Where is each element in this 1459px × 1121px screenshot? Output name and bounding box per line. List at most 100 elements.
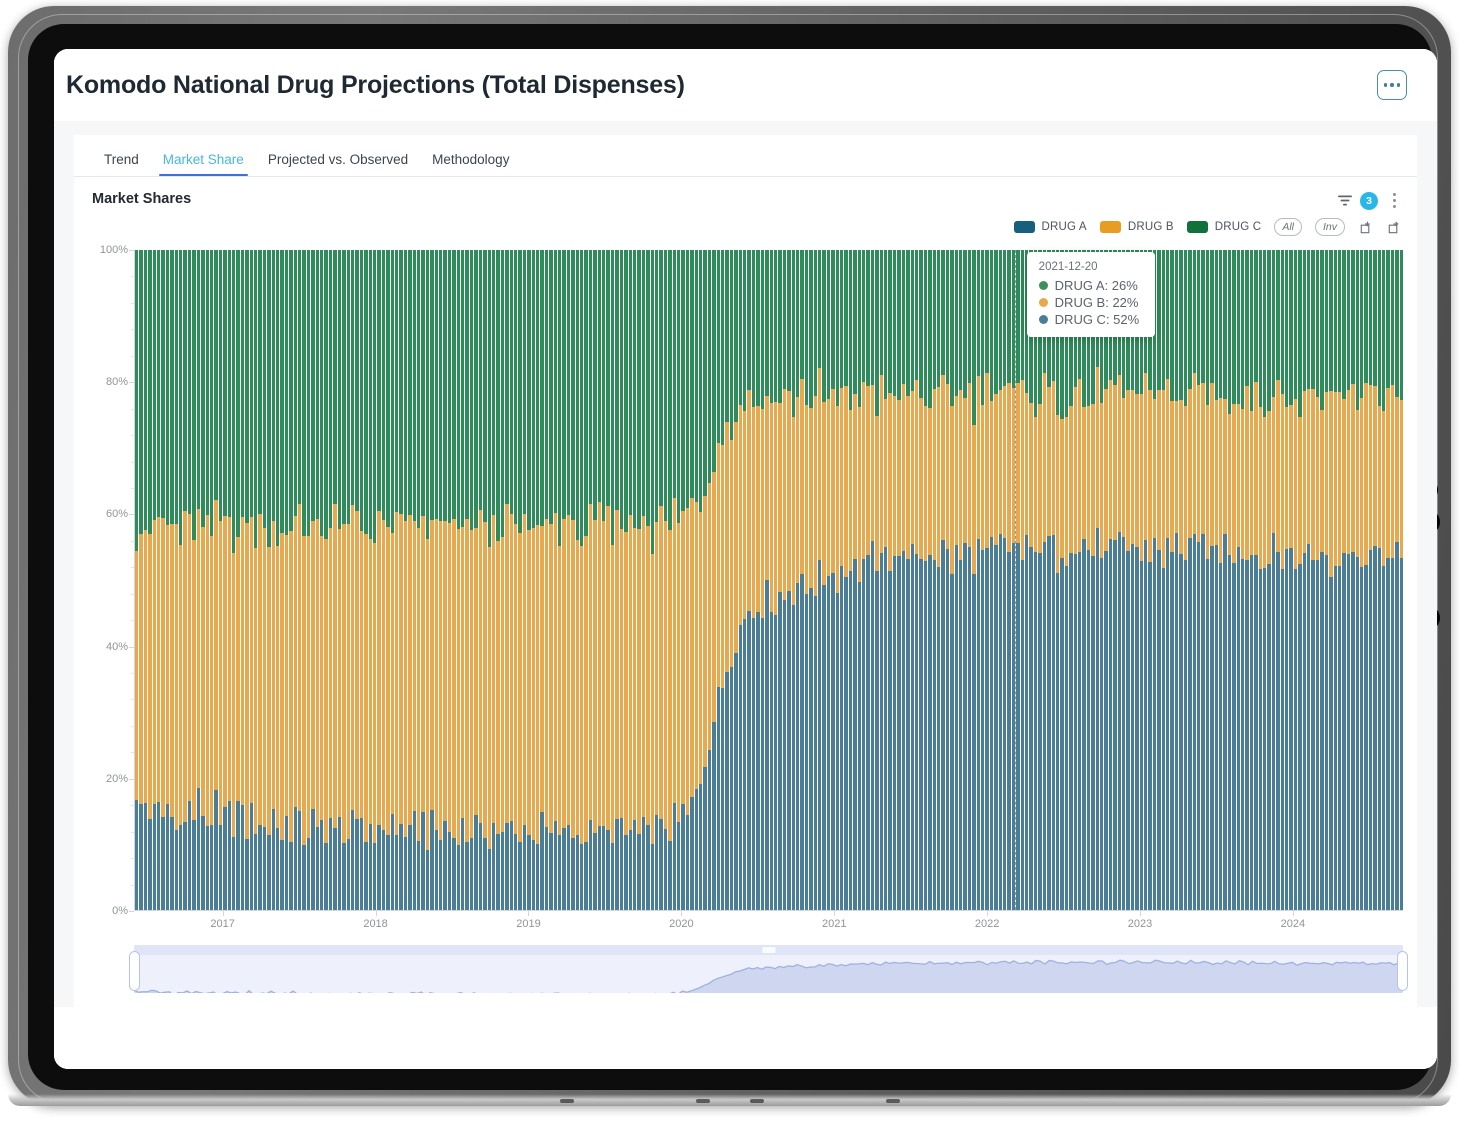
speaker-grille [696,1099,710,1103]
bar-segment-drug-b [143,529,148,803]
bar-segment-drug-a [650,250,654,555]
bar-segment-drug-c [223,806,227,910]
bar-segment-drug-c [1280,568,1285,910]
bar-segment-drug-b [1276,380,1280,552]
bar-segment-drug-b [831,388,835,573]
bar-segment-drug-b [1359,397,1364,567]
bar-segment-drug-a [932,250,936,390]
tab-projected-vs-observed[interactable]: Projected vs. Observed [256,152,420,176]
page-title: Komodo National Drug Projections (Total … [66,70,685,99]
range-slider-grip[interactable] [762,947,775,953]
bar-segment-drug-b [1263,417,1267,569]
bar-segment-drug-a [1020,250,1025,380]
bar-segment-drug-a [249,250,253,518]
select-all-button[interactable]: All [1274,218,1302,236]
plot-area[interactable] [134,250,1403,911]
bar-segment-drug-a [183,250,187,512]
select-add-icon[interactable] [1358,220,1373,235]
bar-segment-drug-c [359,818,364,910]
bar-segment-drug-c [179,824,183,910]
bar-segment-drug-a [1196,250,1201,386]
range-slider-track[interactable] [134,945,1403,993]
bar-segment-drug-c [1104,550,1108,910]
bar-segment-drug-c [1329,577,1333,910]
overflow-menu-button[interactable] [1377,70,1407,100]
bar-segment-drug-c [760,618,765,910]
bar-segment-drug-b [989,400,994,538]
bar-segment-drug-b [1232,403,1236,563]
bar-segment-drug-b [1320,409,1324,553]
y-axis-tick-label: 100% [99,244,128,256]
tab-trend[interactable]: Trend [92,152,151,176]
bar-segment-drug-a [258,250,262,514]
range-slider-top-bar[interactable] [134,945,1403,955]
bar-segment-drug-b [192,539,196,821]
bar-segment-drug-c [690,796,694,910]
bar-segment-drug-b [1267,410,1271,565]
bar-segment-drug-a [298,250,302,504]
bar-segment-drug-b [1311,389,1315,561]
bar-segment-drug-b [606,505,610,830]
bar-segment-drug-b [892,395,897,557]
bar-segment-drug-a [148,250,152,534]
x-axis-tick-label: 2019 [516,918,541,930]
legend-item-drug-b[interactable]: DRUG B [1099,221,1174,233]
bar-segment-drug-a [1320,250,1324,410]
bar-segment-drug-a [522,250,527,514]
bar-segment-drug-a [421,250,425,516]
bar-segment-drug-c [205,826,209,910]
bar-segment-drug-a [491,250,496,515]
bar-segment-drug-b [324,539,328,844]
legend-item-drug-a[interactable]: DRUG A [1013,221,1087,233]
dot-icon [1390,83,1394,87]
range-slider-handle-right[interactable] [1397,951,1408,991]
bar-segment-drug-b [276,545,280,829]
bar-segment-drug-b [1020,379,1025,560]
bar-segment-drug-a [408,250,412,515]
bar-segment-drug-a [862,250,866,383]
bar-segment-drug-c [575,834,580,910]
range-slider-handle-left[interactable] [129,951,140,991]
bar-segment-drug-b [1104,388,1108,551]
legend-label: DRUG C [1214,221,1262,233]
bar-segment-drug-c [1227,555,1232,910]
bar-segment-drug-b [139,533,143,805]
bar-segment-drug-c [1342,553,1346,910]
bar-segment-drug-b [685,507,690,815]
bar-segment-drug-c [558,834,562,910]
chart-more-menu-button[interactable] [1388,191,1401,210]
range-slider[interactable] [129,945,1408,993]
legend-swatch-icon [1013,221,1035,233]
bar-segment-drug-a [716,250,721,444]
bar-segment-drug-b [1271,396,1276,534]
tab-market-share[interactable]: Market Share [151,152,256,176]
bar-segment-drug-a [972,250,976,425]
bar-segment-drug-b [452,518,456,839]
bar-segment-drug-a [769,250,773,403]
bar-segment-drug-b [1016,383,1020,544]
bar-segment-drug-b [1157,389,1161,550]
bar-segment-drug-a [390,250,394,534]
filter-control[interactable]: 3 [1337,191,1378,210]
bar-segment-drug-a [434,250,439,520]
bar-segment-drug-a [1201,250,1205,383]
bar-segment-drug-b [249,517,253,804]
bar-segment-drug-a [910,250,914,391]
range-slider-preview-area [134,959,1403,993]
select-remove-icon[interactable] [1386,220,1401,235]
bar-segment-drug-c [443,821,447,910]
bar-segment-drug-b [694,502,698,789]
tab-methodology[interactable]: Methodology [420,152,521,176]
bar-segment-drug-c [1218,562,1223,910]
bar-segment-drug-b [1298,417,1302,564]
legend-item-drug-c[interactable]: DRUG C [1186,221,1262,233]
bar-segment-drug-b [399,514,403,824]
bar-segment-drug-a [1390,250,1395,386]
bar[interactable] [1399,250,1403,910]
bar-segment-drug-c [928,555,932,910]
bar-segment-drug-a [157,250,161,517]
bar-segment-drug-c [1047,536,1051,910]
bar-segment-drug-a [721,250,725,445]
bar-segment-drug-c [870,541,875,910]
invert-selection-button[interactable]: Inv [1314,218,1345,236]
